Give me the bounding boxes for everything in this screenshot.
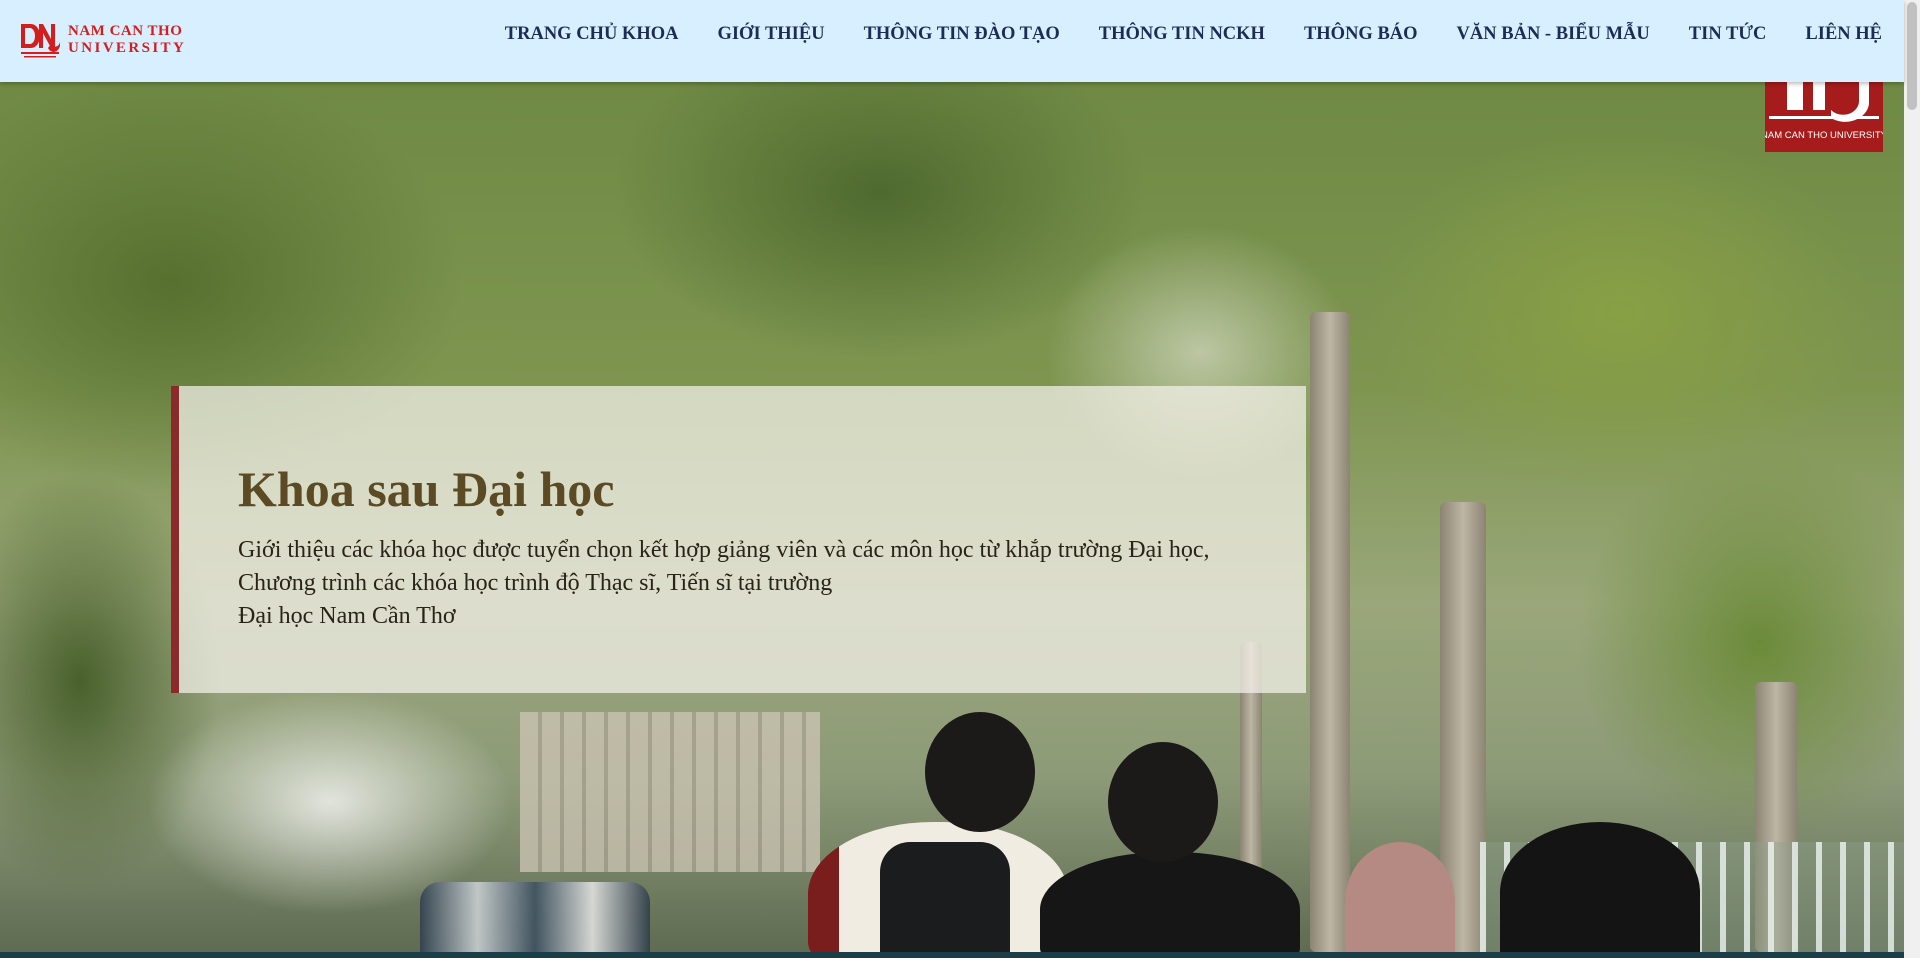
student-figure (1500, 822, 1700, 952)
nav-home-faculty[interactable]: TRANG CHỦ KHOA (505, 22, 679, 46)
background-building (520, 712, 820, 872)
page-title: Khoa sau Đại học (238, 461, 615, 517)
scrollbar-thumb[interactable] (1907, 2, 1917, 110)
student-head (925, 712, 1035, 832)
student-backpack (880, 842, 1010, 952)
dnc-logo-icon (21, 24, 60, 58)
description-line-3: Đại học Nam Cần Thơ (238, 603, 456, 629)
hero-description: Giới thiệu các khóa học được tuyển chọn … (238, 534, 1210, 633)
student-head (1108, 742, 1218, 862)
nav-news[interactable]: TIN TỨC (1689, 22, 1767, 46)
description-line-2: Chương trình các khóa học trình độ Thạc … (238, 570, 833, 596)
university-logo[interactable]: NAM CAN THO UNIVERSITY (18, 18, 186, 62)
nav-announcements[interactable]: THÔNG BÁO (1304, 22, 1418, 46)
student-figure (1040, 852, 1300, 952)
nav-training-info[interactable]: THÔNG TIN ĐÀO TẠO (864, 22, 1060, 46)
corner-logo-caption: NAM CAN THO UNIVERSITY (1765, 130, 1883, 141)
hero-text-panel: Khoa sau Đại học Giới thiệu các khóa học… (171, 386, 1306, 693)
crowd (420, 882, 650, 952)
page-bottom-strip (0, 952, 1904, 958)
nav-documents-forms[interactable]: VĂN BẢN - BIỂU MẪU (1457, 22, 1650, 46)
hero-banner: NAM CAN THO UNIVERSITY Khoa sau Đại học … (0, 82, 1904, 952)
description-line-1: Giới thiệu các khóa học được tuyển chọn … (238, 537, 1210, 563)
nav-contact[interactable]: LIÊN HỆ (1805, 22, 1882, 46)
nav-introduction[interactable]: GIỚI THIỆU (717, 22, 824, 46)
corner-university-logo-icon: NAM CAN THO UNIVERSITY (1765, 82, 1883, 152)
logo-line-2: UNIVERSITY (68, 40, 187, 56)
site-header: NAM CAN THO UNIVERSITY TRANG CHỦ KHOA GI… (0, 0, 1904, 82)
logo-line-1: NAM CAN THO (68, 23, 183, 39)
tree-trunk (1310, 312, 1350, 952)
student-figure (1345, 842, 1455, 952)
nav-research-info[interactable]: THÔNG TIN NCKH (1099, 22, 1265, 46)
vertical-scrollbar[interactable] (1904, 0, 1920, 958)
main-navigation: TRANG CHỦ KHOA GIỚI THIỆU THÔNG TIN ĐÀO … (505, 22, 1882, 46)
